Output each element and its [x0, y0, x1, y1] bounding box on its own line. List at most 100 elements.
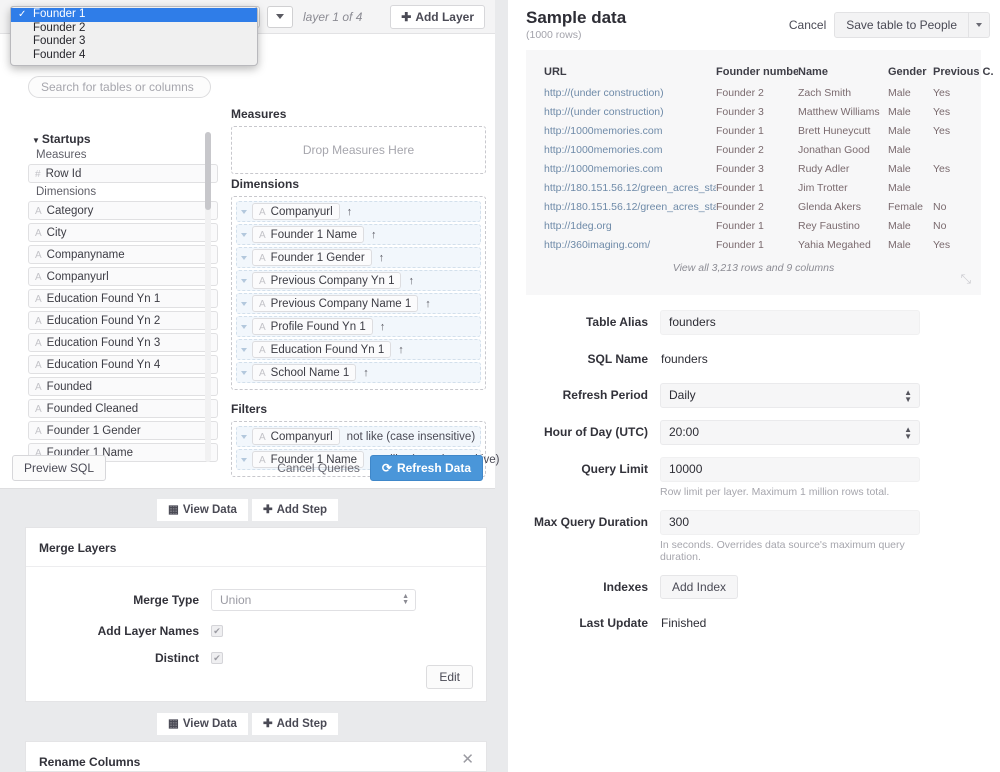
column-list-scrollbar[interactable]	[205, 132, 211, 462]
dimension-chip-row[interactable]: A Companyurl ↑	[236, 201, 481, 222]
add-layer-names-checkbox[interactable]: ✔	[211, 625, 223, 637]
column-label: Companyname	[46, 249, 125, 261]
table-row: http://(under construction) Founder 2 Zach…	[544, 87, 993, 106]
filter-operator-label[interactable]: not like (case insensitive)	[347, 431, 475, 443]
sort-ascending-icon[interactable]: ↑	[398, 344, 404, 356]
table-alias-input[interactable]: founders	[660, 310, 920, 335]
expand-icon[interactable]: ⤡	[961, 271, 971, 287]
table-column-header[interactable]: Name	[798, 66, 888, 87]
add-layer-button[interactable]: ✚ Add Layer	[390, 4, 485, 29]
right-panel: Sample data (1000 rows) Cancel Save tabl…	[508, 0, 1000, 772]
table-cell-url[interactable]: http://1000memories.com	[544, 125, 716, 144]
dimension-chip[interactable]: A Previous Company Name 1	[252, 295, 419, 312]
sort-ascending-icon[interactable]: ↑	[347, 206, 353, 218]
layer-option-2[interactable]: Founder 2	[11, 22, 257, 36]
dimension-column-item[interactable]: A Education Found Yn 3	[28, 333, 218, 352]
save-table-button[interactable]: Save table to People	[834, 12, 969, 38]
layer-option-1[interactable]: ✓ Founder 1	[11, 8, 257, 22]
filter-chip-label: Companyurl	[270, 431, 333, 443]
sort-ascending-icon[interactable]: ↑	[363, 367, 369, 379]
dimension-column-item[interactable]: A City	[28, 223, 218, 242]
add-index-button[interactable]: Add Index	[660, 575, 739, 599]
dimension-column-item[interactable]: A Founded Cleaned	[28, 399, 218, 418]
dimension-column-item[interactable]: A Companyurl	[28, 267, 218, 286]
add-step-button[interactable]: ✚ Add Step	[251, 499, 339, 521]
chevron-down-icon	[241, 324, 247, 329]
dimension-chip-row[interactable]: A Education Found Yn 1 ↑	[236, 339, 481, 360]
column-type-icon: A	[35, 382, 42, 393]
hour-of-day-select[interactable]: 20:00 ▲ ▼	[660, 420, 920, 445]
dimension-chip[interactable]: A Previous Company Yn 1	[252, 272, 402, 289]
edit-button[interactable]: Edit	[426, 665, 473, 689]
dimension-chip[interactable]: A Education Found Yn 1	[252, 341, 392, 358]
dimension-chip[interactable]: A Founder 1 Gender	[252, 249, 372, 266]
plus-icon: ✚	[262, 718, 273, 730]
table-column-header[interactable]: Previous C...	[933, 66, 993, 87]
refresh-period-select[interactable]: Daily ▲ ▼	[660, 383, 920, 408]
table-icon: ▦	[167, 504, 179, 516]
measures-dropzone[interactable]: Drop Measures Here	[231, 126, 486, 174]
layer-option-4[interactable]: Founder 4	[11, 49, 257, 63]
refresh-data-button[interactable]: ⟳ Refresh Data	[369, 455, 483, 481]
dimension-chip[interactable]: A Founder 1 Name	[252, 226, 364, 243]
dimension-chip[interactable]: A Companyurl	[252, 203, 340, 220]
sort-ascending-icon[interactable]: ↑	[380, 321, 386, 333]
query-limit-input[interactable]: 10000	[660, 457, 920, 482]
dimension-column-item[interactable]: A Companyname	[28, 245, 218, 264]
dimension-chip-row[interactable]: A Previous Company Name 1 ↑	[236, 293, 481, 314]
layer-option-3[interactable]: Founder 3	[11, 35, 257, 49]
dimension-column-item[interactable]: A Founder 1 Gender	[28, 421, 218, 440]
dimension-chip-row[interactable]: A School Name 1 ↑	[236, 362, 481, 383]
filter-chip-row[interactable]: A Companyurl not like (case insensitive)	[236, 426, 481, 447]
close-icon[interactable]: ✕	[461, 752, 474, 767]
cancel-queries-button[interactable]: Cancel Queries	[277, 461, 360, 475]
table-cell-url[interactable]: http://(under construction)	[544, 106, 716, 125]
sort-ascending-icon[interactable]: ↑	[371, 229, 377, 241]
dimension-column-item[interactable]: A Category	[28, 201, 218, 220]
view-data-button[interactable]: ▦ View Data	[156, 499, 248, 521]
max-query-duration-input[interactable]: 300	[660, 510, 920, 535]
dimension-chip-row[interactable]: A Profile Found Yn 1 ↑	[236, 316, 481, 337]
table-cell-url[interactable]: http://180.151.56.12/green_acres_static	[544, 182, 716, 201]
dimension-chip-row[interactable]: A Founder 1 Name ↑	[236, 224, 481, 245]
dimension-chip[interactable]: A School Name 1	[252, 364, 357, 381]
table-cell-url[interactable]: http://360imaging.com/	[544, 239, 716, 258]
distinct-checkbox[interactable]: ✔	[211, 652, 223, 664]
view-all-link[interactable]: View all 3,213 rows and 9 columns	[544, 262, 963, 274]
table-column-header[interactable]: Founder number	[716, 66, 798, 87]
table-cell-url[interactable]: http://1deg.org	[544, 220, 716, 239]
last-update-row: Last Update Finished	[508, 611, 1000, 635]
save-table-dropdown-button[interactable]	[969, 12, 990, 38]
table-cell-url[interactable]: http://1000memories.com	[544, 163, 716, 182]
table-column-header[interactable]: URL	[544, 66, 716, 87]
table-icon: ▦	[167, 718, 179, 730]
add-step-button-2[interactable]: ✚ Add Step	[251, 713, 339, 735]
layer-dropdown-menu[interactable]: ✓ Founder 1 Founder 2 Founder 3 Founder 4	[10, 6, 258, 66]
table-column-header[interactable]: Gender	[888, 66, 933, 87]
sort-ascending-icon[interactable]: ↑	[379, 252, 385, 264]
merge-type-select[interactable]: Union ▲ ▼	[211, 589, 416, 611]
dimensions-dropzone[interactable]: A Companyurl ↑ A Founder 1 Name ↑ A Founder 1 G…	[231, 196, 486, 390]
cancel-button[interactable]: Cancel	[789, 18, 826, 32]
table-cell-url[interactable]: http://180.151.56.12/green_acres_static	[544, 201, 716, 220]
dimension-column-item[interactable]: A Education Found Yn 1	[28, 289, 218, 308]
dimension-chip[interactable]: A Profile Found Yn 1	[252, 318, 373, 335]
sort-ascending-icon[interactable]: ↑	[425, 298, 431, 310]
dimension-column-item[interactable]: A Education Found Yn 4	[28, 355, 218, 374]
layer-menu-button[interactable]	[267, 5, 293, 28]
column-list[interactable]: ▼ Startups Measures # Row Id Dimensions AC…	[28, 132, 218, 464]
dimension-column-item[interactable]: A Education Found Yn 2	[28, 311, 218, 330]
table-cell-url[interactable]: http://1000memories.com	[544, 144, 716, 163]
dimension-column-item[interactable]: A Founded	[28, 377, 218, 396]
table-group-header[interactable]: ▼ Startups	[32, 132, 218, 146]
view-data-button-2[interactable]: ▦ View Data	[156, 713, 248, 735]
preview-sql-button[interactable]: Preview SQL	[12, 455, 107, 481]
table-cell-url[interactable]: http://(under construction)	[544, 87, 716, 106]
dimension-chip-row[interactable]: A Previous Company Yn 1 ↑	[236, 270, 481, 291]
max-query-duration-label: Max Query Duration	[533, 515, 648, 529]
search-input[interactable]: Search for tables or columns	[28, 76, 211, 98]
filter-chip[interactable]: A Companyurl	[252, 428, 340, 445]
dimension-chip-row[interactable]: A Founder 1 Gender ↑	[236, 247, 481, 268]
sort-ascending-icon[interactable]: ↑	[408, 275, 414, 287]
measure-column-item[interactable]: # Row Id	[28, 164, 218, 183]
